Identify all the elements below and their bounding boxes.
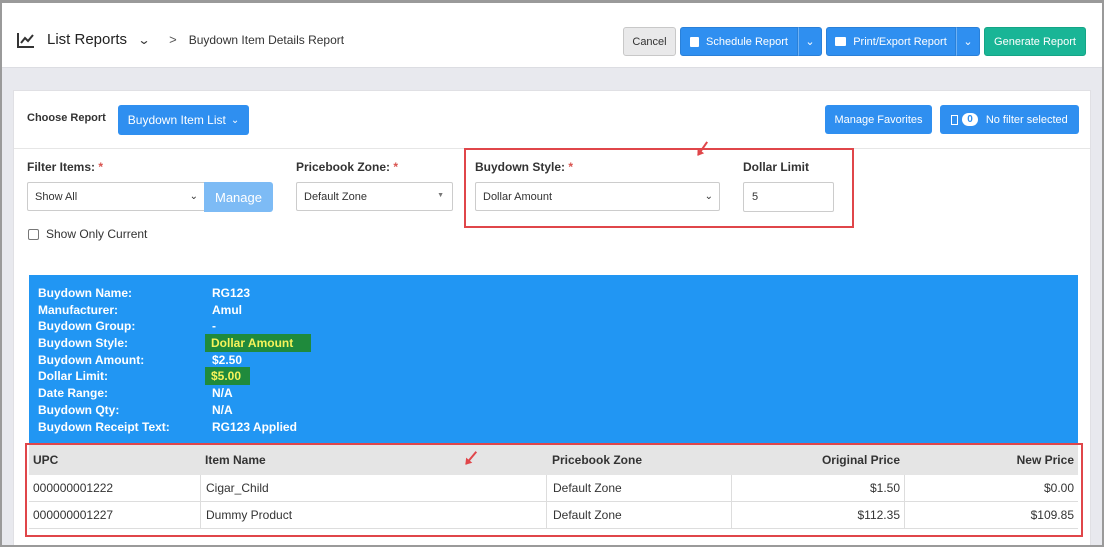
info-value-dollar-limit: $5.00: [205, 367, 250, 385]
print-export-label: Print/Export Report: [853, 35, 947, 48]
schedule-report-group: Schedule Report ⌄: [680, 27, 822, 56]
app-window: List Reports ⌄ > Buydown Item Details Re…: [0, 0, 1104, 547]
pricebook-zone-label-text: Pricebook Zone:: [296, 160, 391, 174]
pricebook-zone-label: Pricebook Zone: *: [296, 160, 398, 174]
schedule-report-button[interactable]: Schedule Report: [680, 27, 798, 56]
dropdown-triangle-icon: ▼: [437, 192, 444, 199]
line-chart-icon: [17, 32, 34, 48]
info-label-dollar-limit: Dollar Limit:: [38, 369, 109, 383]
checkbox-box[interactable]: [28, 228, 39, 240]
required-mark: *: [393, 160, 399, 174]
info-label-date-range: Date Range:: [38, 386, 109, 400]
chevron-down-icon[interactable]: ⌄: [138, 33, 151, 47]
chevron-right-icon: >: [169, 32, 177, 47]
info-value-name: RG123: [212, 286, 251, 300]
pricebook-zone-value: Default Zone: [304, 190, 367, 203]
filter-items-select[interactable]: Show All ⌄: [27, 182, 205, 211]
required-mark: *: [98, 160, 104, 174]
annotation-table-box: [25, 443, 1083, 537]
print-export-group: Print/Export Report ⌄: [826, 27, 980, 56]
buydown-info-panel: Buydown Name: RG123 Manufacturer: Amul B…: [29, 275, 1078, 445]
breadcrumb: List Reports ⌄ > Buydown Item Details Re…: [17, 31, 344, 48]
header-actions: Cancel Schedule Report ⌄ Print/Export Re…: [623, 27, 1086, 56]
info-value-date-range: N/A: [212, 386, 233, 400]
report-panel: Choose Report Buydown Item List ⌄ Manage…: [13, 90, 1091, 545]
choose-report-value: Buydown Item List: [127, 113, 226, 127]
nav-title[interactable]: List Reports: [47, 31, 127, 48]
breadcrumb-current: Buydown Item Details Report: [188, 32, 345, 47]
info-label-style: Buydown Style:: [38, 336, 129, 350]
info-value-style: Dollar Amount: [205, 334, 311, 352]
printer-icon: [835, 37, 847, 46]
filter-status-label: No filter selected: [985, 113, 1068, 126]
print-dropdown-chevron-icon[interactable]: ⌄: [956, 27, 980, 56]
print-export-button[interactable]: Print/Export Report: [826, 27, 956, 56]
info-value-amount: $2.50: [212, 353, 243, 367]
filter-items-value: Show All: [35, 190, 78, 203]
info-label-receipt-text: Buydown Receipt Text:: [38, 420, 170, 434]
choose-report-label: Choose Report: [27, 112, 106, 124]
schedule-dropdown-chevron-icon[interactable]: ⌄: [798, 27, 822, 56]
manage-favorites-button[interactable]: Manage Favorites: [825, 105, 932, 134]
filter-items-label: Filter Items: *: [27, 160, 103, 174]
generate-report-button[interactable]: Generate Report: [984, 27, 1086, 56]
info-value-group: -: [212, 319, 216, 333]
chevron-down-icon: ⌄: [189, 191, 198, 202]
filter-icon: [951, 114, 959, 125]
cancel-button[interactable]: Cancel: [623, 27, 676, 56]
annotation-highlight-box: [464, 148, 854, 228]
info-value-qty: N/A: [212, 403, 233, 417]
schedule-report-label: Schedule Report: [706, 35, 788, 48]
calendar-icon: [690, 36, 700, 47]
show-only-current-checkbox[interactable]: Show Only Current: [28, 227, 147, 241]
info-label-name: Buydown Name:: [38, 286, 133, 300]
show-only-current-label: Show Only Current: [46, 227, 148, 241]
info-value-manufacturer: Amul: [212, 303, 242, 317]
filter-status-button[interactable]: 0 No filter selected: [940, 105, 1079, 134]
filter-count-badge: 0: [962, 113, 978, 126]
top-header: List Reports ⌄ > Buydown Item Details Re…: [2, 3, 1102, 68]
info-label-amount: Buydown Amount:: [38, 353, 145, 367]
pricebook-zone-select[interactable]: Default Zone ▼: [296, 182, 453, 211]
filter-items-label-text: Filter Items:: [27, 160, 96, 174]
info-label-group: Buydown Group:: [38, 319, 136, 333]
info-value-receipt-text: RG123 Applied: [212, 420, 297, 434]
choose-report-dropdown[interactable]: Buydown Item List ⌄: [118, 105, 249, 135]
info-label-manufacturer: Manufacturer:: [38, 303, 119, 317]
chevron-down-icon: ⌄: [230, 114, 240, 126]
manage-button[interactable]: Manage: [204, 182, 273, 212]
info-label-qty: Buydown Qty:: [38, 403, 120, 417]
